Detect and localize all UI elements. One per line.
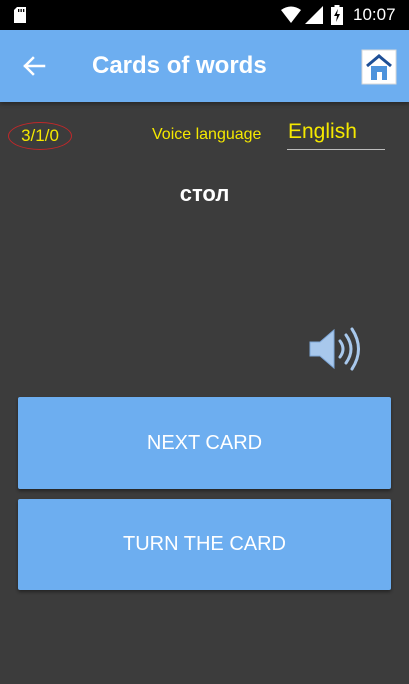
voice-language-label: Voice language <box>152 126 262 143</box>
arrow-left-icon <box>23 56 46 76</box>
next-card-button[interactable]: NEXT CARD <box>18 397 391 489</box>
sd-card-icon <box>14 7 26 23</box>
card-word: стол <box>179 181 230 206</box>
back-button[interactable] <box>16 48 52 84</box>
app-title: Cards of words <box>92 52 267 79</box>
voice-language-select[interactable]: English <box>287 116 385 150</box>
speaker-icon <box>309 327 360 371</box>
home-button[interactable] <box>361 49 397 85</box>
wifi-icon <box>281 6 301 23</box>
cell-signal-icon <box>305 6 323 24</box>
turn-card-button[interactable]: TURN THE CARD <box>18 499 391 590</box>
home-icon <box>361 49 397 85</box>
battery-charging-icon <box>331 5 343 25</box>
speak-button[interactable] <box>308 324 362 374</box>
app-bar: Cards of words <box>0 30 409 102</box>
counter-text: 3/1/0 <box>21 126 59 145</box>
status-time: 10:07 <box>353 5 396 24</box>
voice-language-value: English <box>288 120 357 143</box>
score-counter: 3/1/0 <box>8 122 72 150</box>
status-bar: 10:07 <box>0 0 409 30</box>
